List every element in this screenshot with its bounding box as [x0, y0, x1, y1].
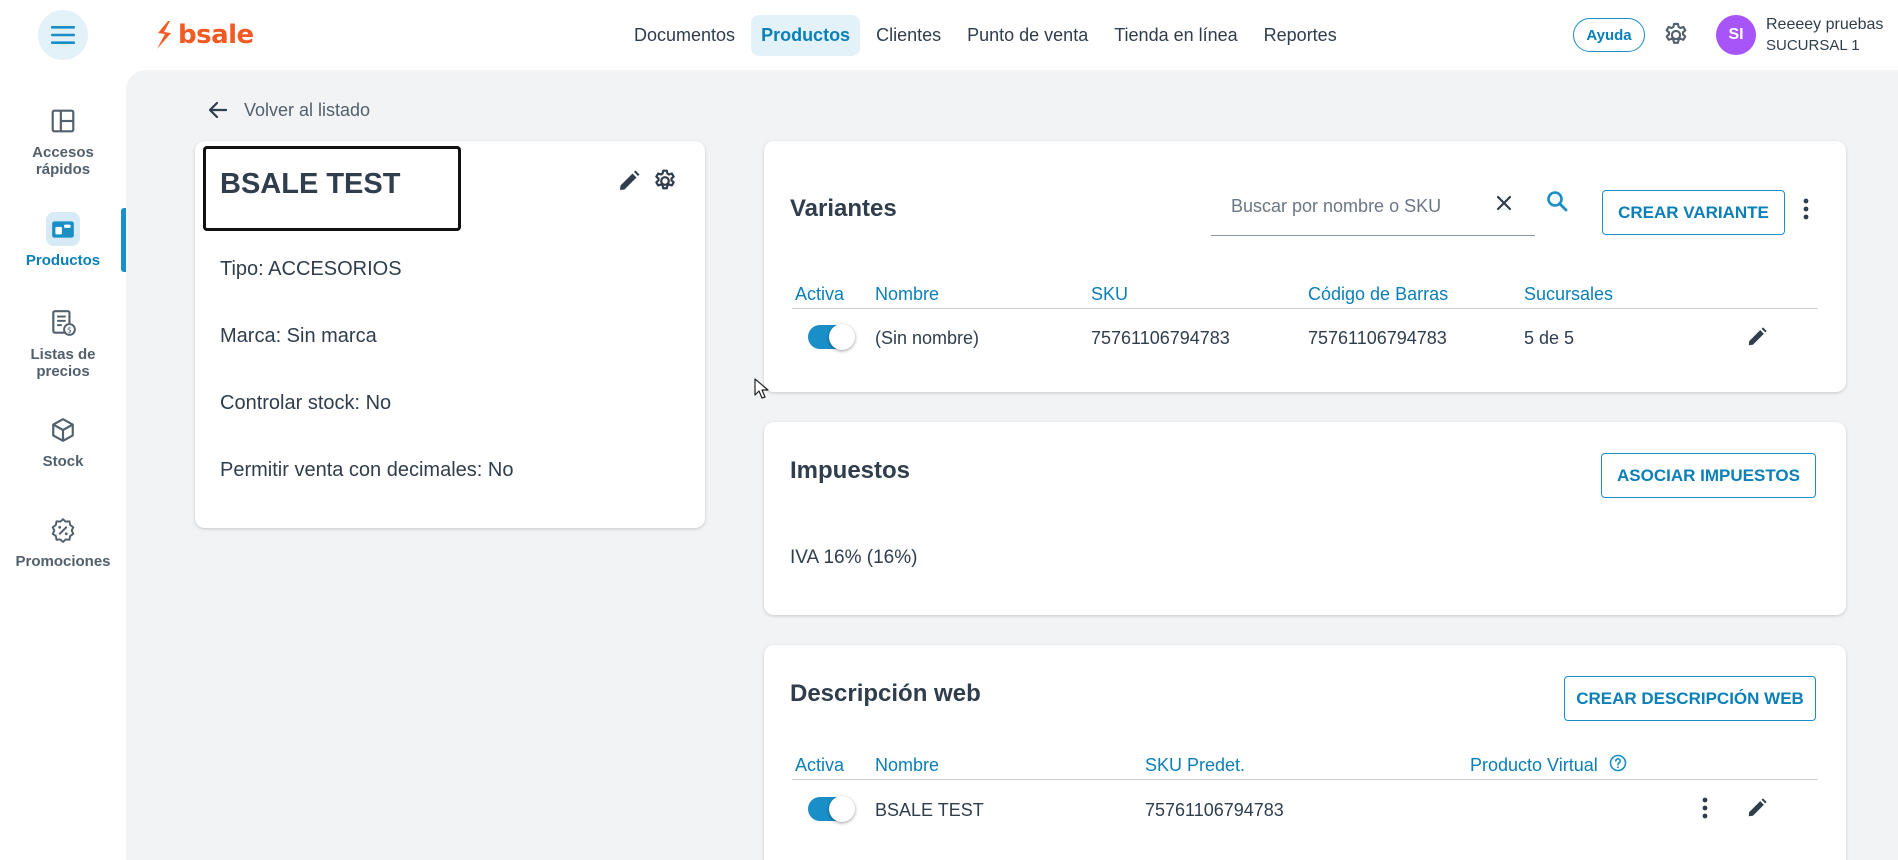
- pencil-icon: [620, 170, 640, 190]
- gear-icon: [655, 169, 675, 190]
- create-web-description-button[interactable]: CREAR DESCRIPCIÓN WEB: [1564, 676, 1816, 721]
- arrow-left-icon: [208, 101, 228, 119]
- svg-text:$: $: [67, 326, 72, 335]
- more-vertical-icon: [1702, 797, 1708, 819]
- user-branch[interactable]: SUCURSAL 1: [1766, 37, 1860, 54]
- variants-more-button[interactable]: [1796, 194, 1816, 224]
- mouse-cursor-icon: [754, 378, 769, 399]
- sidebar-item-label: Promociones: [15, 553, 111, 570]
- taxes-title: Impuestos: [790, 457, 911, 484]
- col-header-activa: Activa: [795, 755, 845, 775]
- nav-punto-de-venta[interactable]: Punto de venta: [957, 15, 1098, 56]
- col-header-codigo-barras: Código de Barras: [1308, 284, 1449, 304]
- price-list-icon: $: [46, 306, 80, 340]
- gear-icon: [1665, 22, 1687, 44]
- col-header-producto-virtual: Producto Virtual: [1470, 755, 1598, 775]
- associate-taxes-button[interactable]: ASOCIAR IMPUESTOS: [1601, 453, 1816, 498]
- variant-search-input[interactable]: [1231, 192, 1481, 220]
- promo-icon: [46, 513, 80, 547]
- col-header-nombre: Nombre: [875, 755, 940, 775]
- sidebar-item-listas-de-precios[interactable]: $ Listas de precios: [0, 306, 126, 380]
- col-header-nombre: Nombre: [875, 284, 940, 304]
- nav-tienda-en-linea[interactable]: Tienda en línea: [1104, 15, 1247, 56]
- table-row: (Sin nombre) 75761106794783 757611067947…: [792, 310, 1818, 366]
- product-decimal-sale: Permitir venta con decimales: No: [220, 459, 514, 481]
- table-divider: [792, 779, 1818, 780]
- search-button[interactable]: [1542, 186, 1572, 216]
- col-header-activa: Activa: [795, 284, 845, 304]
- variants-title: Variantes: [790, 195, 897, 222]
- web-description-title: Descripción web: [790, 680, 981, 707]
- product-stock-control: Controlar stock: No: [220, 392, 392, 414]
- close-icon: [1496, 195, 1512, 211]
- pencil-icon: [1748, 798, 1767, 817]
- variant-sku: 75761106794783: [1091, 328, 1230, 348]
- web-description-active-toggle[interactable]: [808, 796, 855, 822]
- edit-web-description-button[interactable]: [1742, 793, 1772, 823]
- pencil-icon: [1748, 327, 1767, 346]
- products-icon: [46, 212, 80, 246]
- product-settings-button[interactable]: [650, 166, 680, 196]
- sidebar-item-label: Accesos rápidos: [32, 144, 94, 178]
- table-row: BSALE TEST 75761106794783: [792, 781, 1818, 837]
- search-icon: [1547, 191, 1568, 212]
- nav-documentos[interactable]: Documentos: [624, 15, 745, 56]
- sidebar-item-accesos-rapidos[interactable]: Accesos rápidos: [0, 104, 126, 178]
- variant-branches: 5 de 5: [1524, 328, 1575, 348]
- edit-product-button[interactable]: [614, 166, 644, 196]
- sidebar-item-label: Stock: [42, 453, 84, 470]
- help-button[interactable]: Ayuda: [1573, 18, 1645, 52]
- sidebar-item-stock[interactable]: Stock: [0, 413, 126, 470]
- nav-productos[interactable]: Productos: [751, 14, 861, 56]
- settings-button[interactable]: [1661, 20, 1691, 50]
- product-type: Tipo: ACCESORIOS: [220, 258, 402, 280]
- sidebar-item-label: Productos: [25, 252, 101, 269]
- variant-name: (Sin nombre): [875, 328, 980, 348]
- web-description-more-button[interactable]: [1695, 793, 1715, 823]
- layout-icon: [46, 104, 80, 138]
- bsale-logo[interactable]: bsale: [154, 18, 254, 52]
- avatar[interactable]: SI: [1716, 15, 1756, 55]
- create-variant-button[interactable]: CREAR VARIANTE: [1602, 190, 1785, 235]
- col-header-sucursales: Sucursales: [1524, 284, 1614, 304]
- web-description-name: BSALE TEST: [875, 800, 984, 820]
- product-brand: Marca: Sin marca: [220, 325, 377, 347]
- col-header-sku: SKU: [1091, 284, 1129, 304]
- sidebar-item-promociones[interactable]: Promociones: [0, 513, 126, 570]
- back-label: Volver al listado: [244, 99, 371, 120]
- clear-search-button[interactable]: [1490, 189, 1518, 217]
- nav-reportes[interactable]: Reportes: [1254, 15, 1347, 56]
- hamburger-icon: [51, 26, 75, 44]
- user-name[interactable]: Reeeey pruebas: [1766, 16, 1883, 34]
- variant-active-toggle[interactable]: [808, 324, 855, 350]
- variant-search-field: [1211, 180, 1535, 236]
- col-header-sku-predet: SKU Predet.: [1145, 755, 1246, 775]
- main-nav: Documentos Productos Clientes Punto de v…: [624, 14, 1347, 56]
- bsale-bolt-icon: [157, 21, 171, 49]
- web-description-sku: 75761106794783: [1145, 800, 1284, 820]
- virtual-product-help-button[interactable]: [1608, 753, 1628, 773]
- more-vertical-icon: [1803, 198, 1809, 220]
- box-icon: [46, 413, 80, 447]
- tax-item: IVA 16% (16%): [790, 547, 918, 568]
- edit-variant-button[interactable]: [1742, 322, 1772, 352]
- nav-clientes[interactable]: Clientes: [866, 15, 951, 56]
- sidebar-item-productos[interactable]: Productos: [0, 212, 126, 269]
- variant-barcode: 75761106794783: [1308, 328, 1447, 348]
- product-name: BSALE TEST: [220, 168, 401, 200]
- logo-text: bsale: [178, 20, 254, 50]
- table-divider: [792, 308, 1818, 309]
- help-circle-icon: [1609, 754, 1627, 772]
- back-to-list-link[interactable]: Volver al listado: [206, 98, 370, 122]
- sidebar-item-label: Listas de precios: [30, 346, 96, 380]
- menu-button[interactable]: [38, 10, 88, 60]
- taxes-card: [764, 422, 1846, 615]
